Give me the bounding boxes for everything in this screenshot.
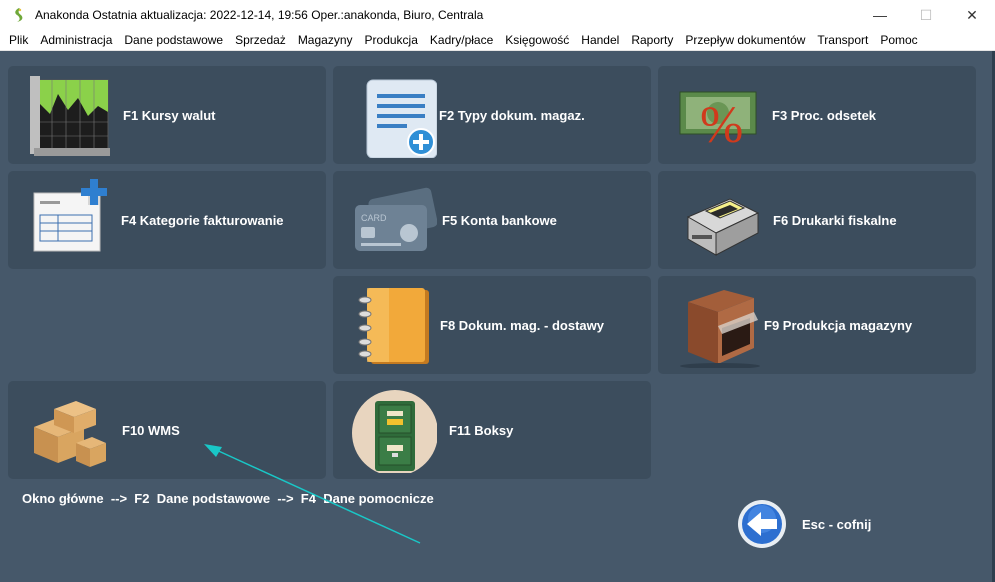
document-add-icon xyxy=(366,79,437,158)
menu-magazyny[interactable]: Magazyny xyxy=(292,33,359,47)
bank-card-icon: CARD xyxy=(355,187,437,251)
maximize-button[interactable]: ☐ xyxy=(903,0,949,30)
menu-dane-podstawowe[interactable]: Dane podstawowe xyxy=(118,33,229,47)
menu-administracja[interactable]: Administracja xyxy=(34,33,118,47)
tile-f6-label: F6 Drukarki fiskalne xyxy=(773,212,897,228)
boxes-icon xyxy=(34,401,106,467)
invoice-icon xyxy=(33,179,107,252)
tile-f10-label: F10 WMS xyxy=(122,422,180,438)
tile-f3-proc-odsetek[interactable]: % F3 Proc. odsetek xyxy=(658,66,976,164)
menu-raporty[interactable]: Raporty xyxy=(625,33,679,47)
tile-f8-label: F8 Dokum. mag. - dostawy xyxy=(440,317,604,333)
menu-pomoc[interactable]: Pomoc xyxy=(874,33,923,47)
tile-f11-boksy[interactable]: F11 Boksy xyxy=(333,381,651,479)
menu-kadry-place[interactable]: Kadry/płace xyxy=(424,33,499,47)
tile-f9-produkcja-magazyny[interactable]: F9 Produkcja magazyny xyxy=(658,276,976,374)
tile-f4-label: F4 Kategorie fakturowanie xyxy=(121,212,284,228)
tile-f5-konta-bankowe[interactable]: CARD F5 Konta bankowe xyxy=(333,171,651,269)
tile-f1-label: F1 Kursy walut xyxy=(123,107,216,123)
tile-f2-typy-dokum-magaz[interactable]: F2 Typy dokum. magaz. xyxy=(333,66,651,164)
printer-icon xyxy=(686,198,760,256)
close-button[interactable]: ✕ xyxy=(949,0,995,30)
chart-icon xyxy=(30,76,110,156)
back-arrow-icon xyxy=(738,500,786,548)
tile-f11-label: F11 Boksy xyxy=(449,422,514,438)
tile-f8-dokum-mag-dostawy[interactable]: F8 Dokum. mag. - dostawy xyxy=(333,276,651,374)
tile-f3-label: F3 Proc. odsetek xyxy=(772,107,877,123)
window-title: Anakonda Ostatnia aktualizacja: 2022-12-… xyxy=(35,8,484,22)
menu-produkcja[interactable]: Produkcja xyxy=(359,33,424,47)
percent-money-icon: % xyxy=(679,91,757,154)
menu-sprzedaz[interactable]: Sprzedaż xyxy=(229,33,292,47)
menu-plik[interactable]: Plik xyxy=(0,33,34,47)
cabinet-icon xyxy=(352,390,437,473)
tile-f5-label: F5 Konta bankowe xyxy=(442,212,557,228)
breadcrumb: Okno główne --> F2 Dane podstawowe --> F… xyxy=(22,491,434,506)
title-bar: Anakonda Ostatnia aktualizacja: 2022-12-… xyxy=(0,0,995,30)
esc-back-label: Esc - cofnij xyxy=(802,516,872,532)
menu-handel[interactable]: Handel xyxy=(575,33,625,47)
tile-f1-kursy-walut[interactable]: F1 Kursy walut xyxy=(8,66,326,164)
menu-ksiegowosc[interactable]: Księgowość xyxy=(499,33,575,47)
main-panel: F1 Kursy walut F2 Typy dokum. magaz. % F… xyxy=(0,51,995,582)
tile-f6-drukarki-fiskalne[interactable]: F6 Drukarki fiskalne xyxy=(658,171,976,269)
anakonda-logo-icon xyxy=(15,8,23,22)
svg-text:%: % xyxy=(700,97,743,154)
menu-transport[interactable]: Transport xyxy=(811,33,874,47)
svg-text:CARD: CARD xyxy=(361,213,387,223)
menu-przeplyw-dokumentow[interactable]: Przepływ dokumentów xyxy=(679,33,811,47)
warehouse-icon xyxy=(680,290,760,368)
notebook-icon xyxy=(358,288,429,364)
tile-f2-label: F2 Typy dokum. magaz. xyxy=(439,107,585,123)
tile-f4-kategorie-fakturowanie[interactable]: F4 Kategorie fakturowanie xyxy=(8,171,326,269)
esc-back-button[interactable]: Esc - cofnij xyxy=(737,499,871,549)
minimize-button[interactable]: — xyxy=(857,0,903,30)
menu-bar: Plik Administracja Dane podstawowe Sprze… xyxy=(0,30,995,51)
tile-f9-label: F9 Produkcja magazyny xyxy=(764,317,913,333)
tile-f10-wms[interactable]: F10 WMS xyxy=(8,381,326,479)
